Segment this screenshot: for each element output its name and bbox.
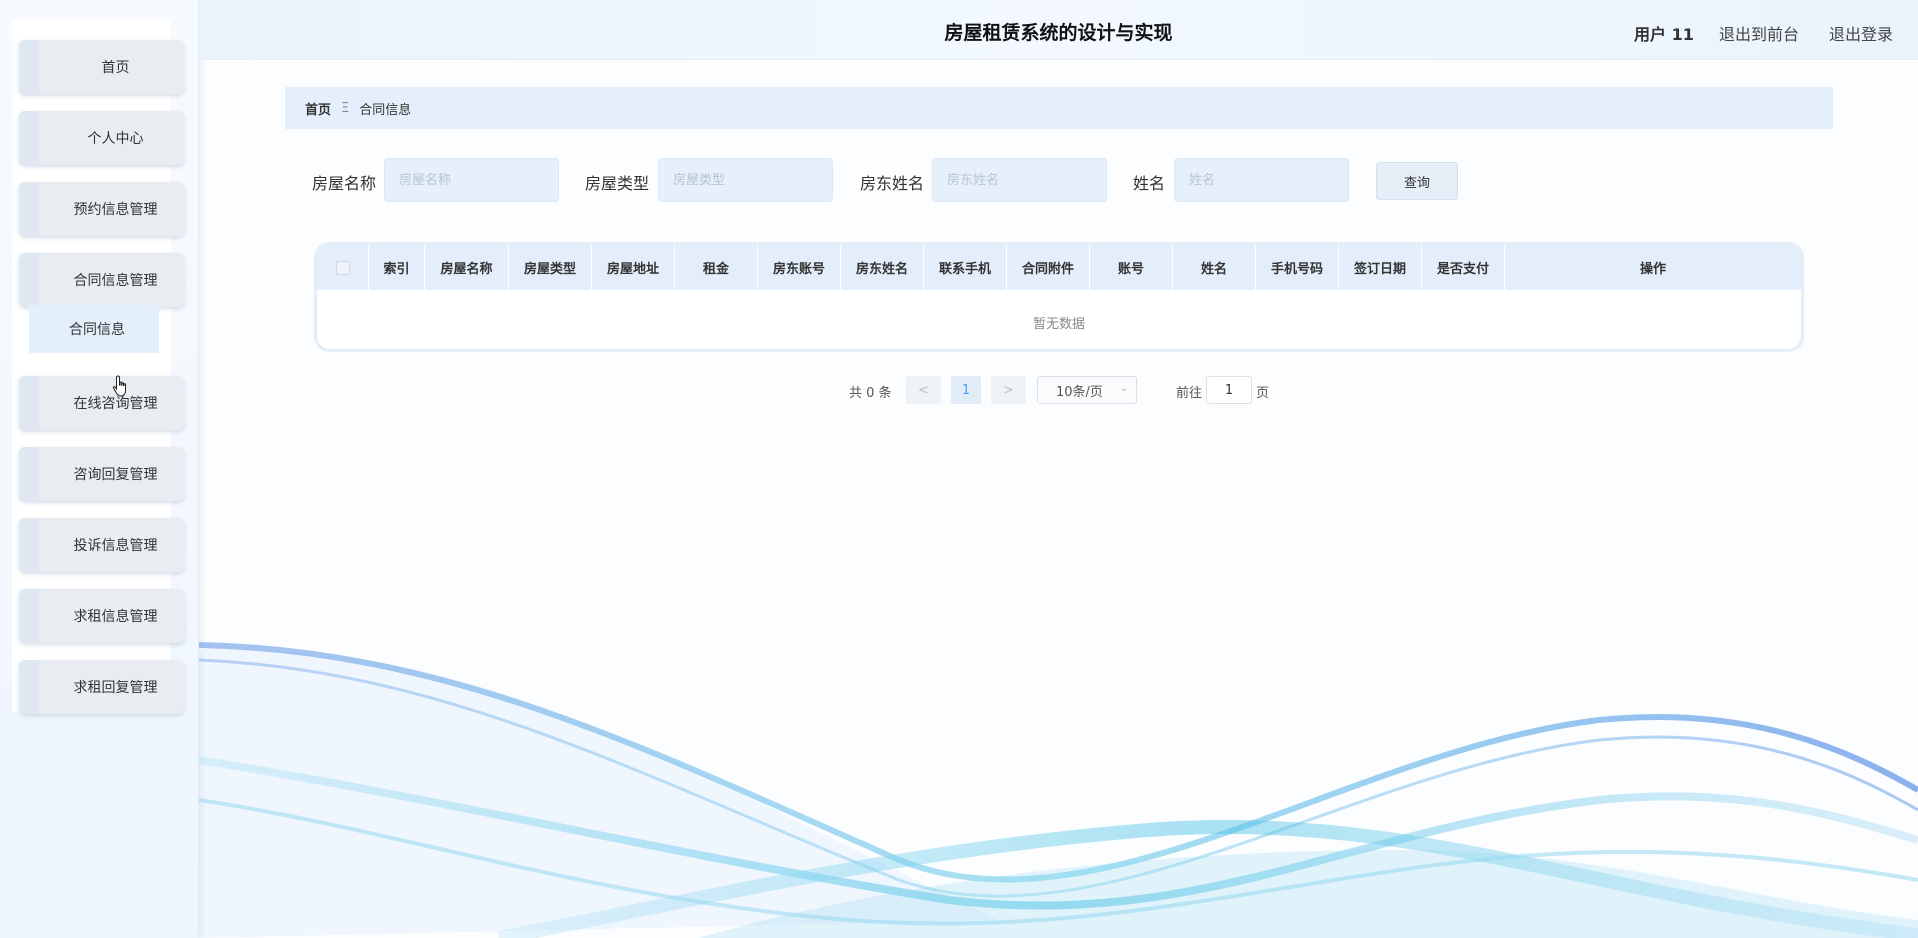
sidebar-item-label: 求租回复管理 <box>73 680 158 696</box>
name-input[interactable] <box>1174 158 1349 202</box>
pagination-prev-button[interactable]: < <box>906 376 941 404</box>
house-type-input[interactable] <box>658 158 833 202</box>
pagination-page-1[interactable]: 1 <box>951 376 981 404</box>
table-header-select <box>317 245 369 290</box>
house-name-input[interactable] <box>384 158 559 202</box>
pagination-next-button[interactable]: > <box>991 376 1026 404</box>
query-button[interactable]: 查询 <box>1376 162 1458 200</box>
chevron-down-icon: ⌄ <box>1119 383 1128 394</box>
top-header: 房屋租赁系统的设计与实现 用户 11 退出到前台 退出登录 <box>199 0 1918 60</box>
page-size-select[interactable]: 10条/页 ⌄ <box>1037 376 1137 404</box>
sidebar-item-label: 个人中心 <box>87 131 144 147</box>
landlord-name-input[interactable] <box>932 158 1107 202</box>
sidebar-item-rental-request[interactable]: 求租信息管理 <box>19 589 184 643</box>
house-type-label: 房屋类型 <box>585 174 650 193</box>
current-user: 用户 11 <box>1634 25 1694 44</box>
column-header-house-address[interactable]: 房屋地址 <box>592 245 675 290</box>
column-header-house-name[interactable]: 房屋名称 <box>425 245 509 290</box>
sidebar-item-consultation-reply[interactable]: 咨询回复管理 <box>19 447 184 501</box>
back-to-front-link[interactable]: 退出到前台 <box>1719 21 1799 45</box>
column-header-name[interactable]: 姓名 <box>1173 245 1256 290</box>
table-header-row: 索引 房屋名称 房屋类型 房屋地址 租金 房东账号 房东姓名 联系手机 合同附件… <box>317 245 1801 290</box>
sidebar-item-online-consultation[interactable]: 在线咨询管理 <box>19 376 184 430</box>
column-header-phone-number[interactable]: 手机号码 <box>1256 245 1339 290</box>
house-name-label: 房屋名称 <box>312 174 377 193</box>
sidebar-item-contract-management[interactable]: 合同信息管理 <box>19 253 184 307</box>
breadcrumb: 首页 Ξ 合同信息 <box>285 87 1833 129</box>
sidebar-item-reservation-management[interactable]: 预约信息管理 <box>19 182 184 236</box>
sidebar-item-complaint-management[interactable]: 投诉信息管理 <box>19 518 184 572</box>
column-header-contract-attachment[interactable]: 合同附件 <box>1007 245 1090 290</box>
sidebar-item-home[interactable]: 首页 <box>19 40 184 94</box>
hand-pointer-icon <box>112 375 126 397</box>
sidebar-item-label: 咨询回复管理 <box>73 467 158 483</box>
background-waves <box>199 642 1918 938</box>
breadcrumb-current: 合同信息 <box>359 102 412 118</box>
pagination-total: 共 0 条 <box>849 386 892 401</box>
logout-link[interactable]: 退出登录 <box>1829 21 1893 45</box>
sidebar-item-label: 合同信息管理 <box>73 273 158 289</box>
contract-table: 索引 房屋名称 房屋类型 房屋地址 租金 房东账号 房东姓名 联系手机 合同附件… <box>314 242 1804 352</box>
column-header-sign-date[interactable]: 签订日期 <box>1339 245 1422 290</box>
sidebar-item-label: 首页 <box>101 60 130 76</box>
column-header-index[interactable]: 索引 <box>369 245 425 290</box>
breadcrumb-home[interactable]: 首页 <box>305 99 331 118</box>
sidebar-item-label: 求租信息管理 <box>73 609 158 625</box>
sidebar: 首页 个人中心 预约信息管理 合同信息管理 合同信息 在线咨询管理 咨询回复管理… <box>0 0 199 938</box>
column-header-house-type[interactable]: 房屋类型 <box>509 245 592 290</box>
column-header-contact-phone[interactable]: 联系手机 <box>924 245 1007 290</box>
sidebar-subitem-contract-info[interactable]: 合同信息 <box>29 305 159 353</box>
breadcrumb-separator-icon: Ξ <box>341 100 350 116</box>
table-empty-text: 暂无数据 <box>1032 317 1085 332</box>
column-header-actions: 操作 <box>1639 262 1666 277</box>
pagination-goto-input[interactable] <box>1206 376 1252 404</box>
column-header-landlord-account[interactable]: 房东账号 <box>758 245 841 290</box>
name-label: 姓名 <box>1133 174 1166 193</box>
column-header-account[interactable]: 账号 <box>1090 245 1173 290</box>
column-header-rent[interactable]: 租金 <box>675 245 758 290</box>
sidebar-item-label: 预约信息管理 <box>73 202 158 218</box>
column-header-landlord-name[interactable]: 房东姓名 <box>841 245 924 290</box>
page-size-value: 10条/页 <box>1056 384 1103 400</box>
app-root: 首页 个人中心 预约信息管理 合同信息管理 合同信息 在线咨询管理 咨询回复管理… <box>0 0 1918 938</box>
pagination-goto-label: 前往 <box>1176 386 1203 401</box>
sidebar-item-label: 投诉信息管理 <box>73 538 158 554</box>
sidebar-item-rental-reply[interactable]: 求租回复管理 <box>19 660 184 714</box>
landlord-name-label: 房东姓名 <box>860 174 925 193</box>
sidebar-item-personal-center[interactable]: 个人中心 <box>19 111 184 165</box>
sidebar-subitem-label: 合同信息 <box>69 322 125 338</box>
pagination-page-unit: 页 <box>1256 386 1270 401</box>
column-header-paid[interactable]: 是否支付 <box>1422 245 1505 290</box>
select-all-checkbox[interactable] <box>335 260 350 275</box>
